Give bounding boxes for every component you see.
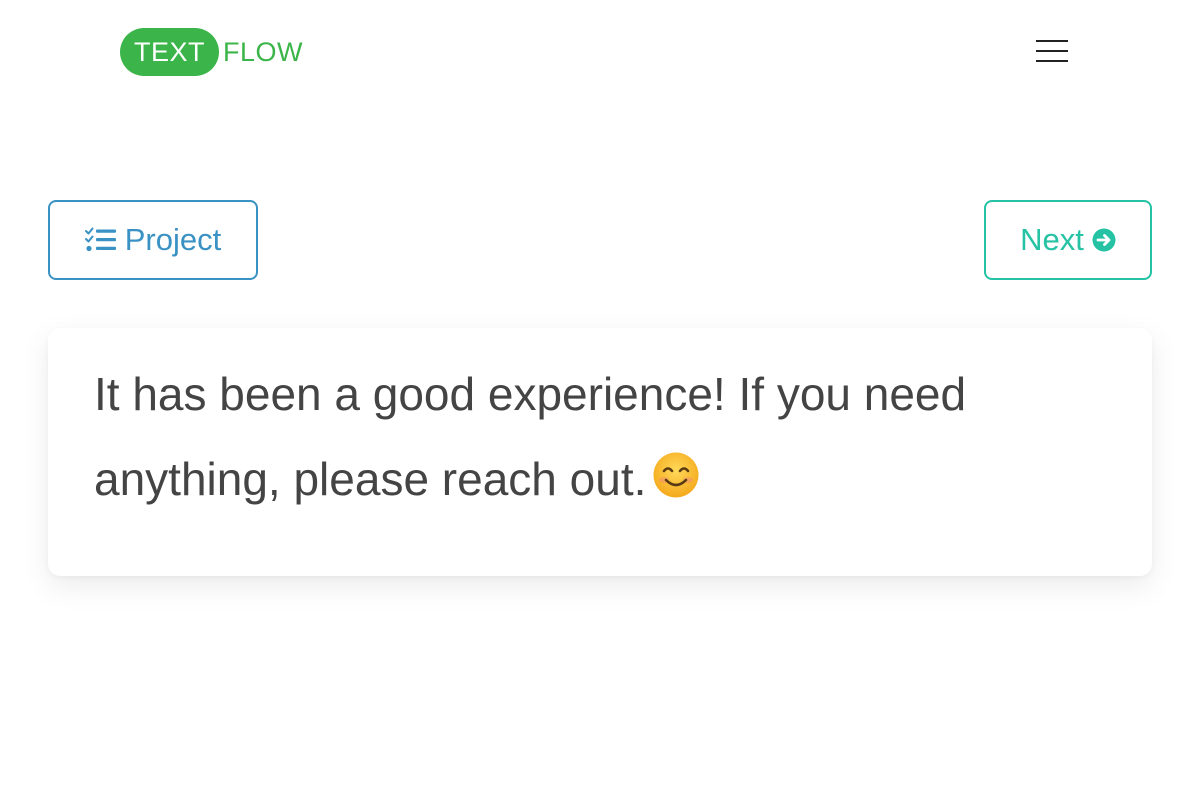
app-logo[interactable]: TEXT FLOW — [120, 28, 303, 76]
message-text-block: It has been a good experience! If you ne… — [94, 352, 1106, 526]
task-list-icon — [84, 227, 117, 253]
logo-pill: TEXT — [120, 28, 220, 76]
message-text: It has been a good experience! If you ne… — [94, 368, 967, 505]
smiling-face-emoji — [652, 441, 700, 526]
project-button-label: Project — [124, 222, 222, 257]
message-card: It has been a good experience! If you ne… — [48, 328, 1152, 576]
project-button[interactable]: Project — [48, 200, 258, 280]
app-header: TEXT FLOW — [0, 0, 1200, 110]
menu-line — [1036, 50, 1068, 52]
next-button[interactable]: Next — [984, 200, 1152, 280]
menu-line — [1036, 40, 1068, 42]
hamburger-menu-icon[interactable] — [1028, 34, 1076, 70]
logo-text: FLOW — [223, 36, 304, 67]
arrow-circle-right-icon — [1092, 228, 1116, 252]
menu-line — [1036, 60, 1068, 62]
next-button-label: Next — [1020, 222, 1084, 257]
